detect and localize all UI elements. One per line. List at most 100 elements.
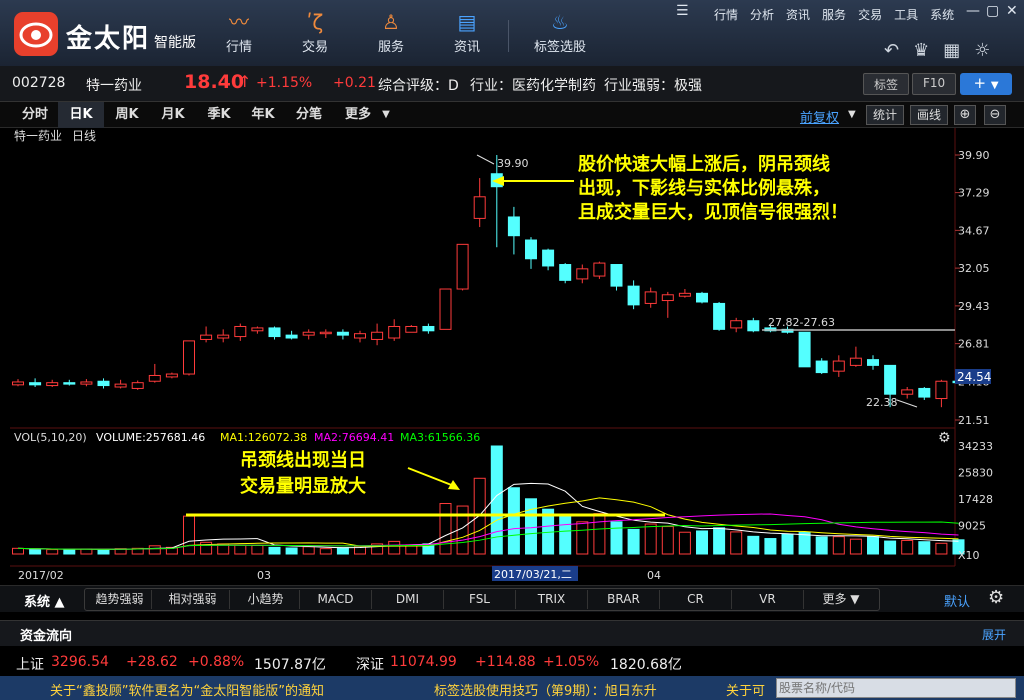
volume-bar	[678, 531, 691, 555]
tab-quarterly-k[interactable]: 季K	[196, 102, 242, 128]
sun-icon[interactable]: ☼	[974, 40, 990, 61]
ind-vr[interactable]: VR	[732, 590, 804, 609]
volume-bar	[46, 549, 59, 555]
index-sh-pct: +0.88%	[188, 654, 245, 670]
stats-button[interactable]: 统计	[866, 105, 905, 125]
ind-dmi[interactable]: DMI	[372, 590, 444, 609]
vol-indicator-name: VOL(5,10,20)	[14, 431, 87, 444]
tab-intraday[interactable]: 分时	[12, 102, 58, 128]
candle-body	[165, 373, 178, 378]
tab-daily-k[interactable]: 日K	[58, 102, 104, 128]
ind-macd[interactable]: MACD	[300, 590, 372, 609]
candle-body	[405, 325, 418, 333]
candle-body	[798, 331, 811, 368]
ind-relative-strength[interactable]: 相对强弱	[156, 590, 230, 609]
ticker-message-2[interactable]: 标签选股使用技巧（第9期）：旭日东升	[434, 680, 657, 699]
adjust-mode-select[interactable]: 前复权	[800, 107, 839, 126]
candle-body	[217, 334, 230, 339]
index-sz-pct: +1.05%	[543, 654, 600, 670]
tab-ticks[interactable]: 分笔	[286, 102, 332, 128]
ind-trend-strength[interactable]: 趋势强弱	[88, 590, 152, 609]
f10-button[interactable]: F10	[912, 73, 957, 95]
volume-bar	[832, 536, 845, 555]
candle-body	[285, 334, 298, 339]
index-bar: 上证 3296.54 +28.62 +0.88% 1507.87亿 深证 110…	[0, 648, 1024, 676]
fund-flow-bar: 资金流向 展开	[0, 620, 1024, 646]
volume-bar	[319, 548, 332, 555]
candle-body	[918, 387, 931, 398]
nav-tag-picker[interactable]: ♨ 标签选股	[520, 8, 600, 55]
zoom-out-icon[interactable]: ⊖	[984, 105, 1006, 125]
menu-trade[interactable]: 交易	[858, 6, 882, 23]
menu-analysis[interactable]: 分析	[750, 6, 774, 23]
menu-system[interactable]: 系统	[930, 6, 954, 23]
candle-body	[336, 331, 349, 336]
list-menu-icon[interactable]: ☰	[676, 3, 689, 19]
indicator-settings-gear-icon[interactable]: ⚙	[988, 587, 1004, 608]
candle-body	[507, 216, 520, 237]
sun-logo-icon	[19, 22, 53, 48]
trophy-icon[interactable]: ♛	[913, 40, 929, 61]
adjust-chevron-icon[interactable]: ▼	[848, 109, 856, 120]
nav-news[interactable]: ▤ 资讯	[432, 8, 502, 55]
expand-link[interactable]: 展开	[982, 626, 1006, 643]
close-icon[interactable]: ✕	[1006, 3, 1018, 19]
menu-news[interactable]: 资讯	[786, 6, 810, 23]
ind-brar[interactable]: BRAR	[588, 590, 660, 609]
tab-more[interactable]: 更多	[340, 102, 376, 128]
add-watch-button[interactable]: + ▼	[960, 73, 1012, 95]
candle-body	[644, 291, 657, 304]
volume-bar	[507, 487, 520, 555]
volume-bar	[388, 540, 401, 555]
menu-service[interactable]: 服务	[822, 6, 846, 23]
ticker-message-3[interactable]: 关于可	[726, 680, 765, 699]
chart-stock-name: 特一药业	[14, 128, 62, 143]
nav-service[interactable]: ♙ 服务	[356, 8, 426, 55]
volume-bar	[815, 536, 828, 555]
volume-bar	[713, 527, 726, 555]
volume-bar	[593, 513, 606, 555]
annotation-vol-line-1: 吊颈线出现当日	[240, 449, 366, 471]
ind-cr[interactable]: CR	[660, 590, 732, 609]
stock-code: 002728	[12, 75, 66, 91]
tab-monthly-k[interactable]: 月K	[150, 102, 196, 128]
nav-quotes[interactable]: 〰行情	[204, 8, 274, 55]
date-cursor-label: 2017/03/21,二	[494, 568, 572, 581]
more-chevron-icon[interactable]: ▼	[378, 102, 394, 128]
candle-body	[525, 239, 537, 260]
draw-line-button[interactable]: 画线	[910, 105, 949, 125]
candle-body	[388, 325, 401, 339]
ind-small-trend[interactable]: 小趋势	[232, 590, 300, 609]
vol-settings-gear-icon[interactable]: ⚙	[938, 430, 951, 446]
candle-body	[713, 302, 726, 330]
tag-button[interactable]: 标签	[863, 73, 910, 95]
menu-tools[interactable]: 工具	[894, 6, 918, 23]
volume-bar	[747, 535, 760, 555]
app-logo	[14, 12, 58, 56]
stock-search-input[interactable]	[776, 678, 1016, 698]
zoom-in-icon[interactable]: ⊕	[954, 105, 976, 125]
fund-flow-title[interactable]: 资金流向	[20, 625, 72, 644]
building-icon[interactable]: ▦	[943, 40, 960, 61]
volume-bar	[559, 513, 572, 555]
maximize-icon[interactable]: ▢	[986, 3, 999, 19]
indicator-tabs: 系统 ▲ 趋势强弱 相对强弱 小趋势 MACD DMI FSL TRIX BRA…	[0, 585, 1024, 612]
nav-trade[interactable]: ʹζ 交易	[280, 8, 350, 55]
high-price-label: 39.90	[497, 157, 529, 170]
menu-quotes[interactable]: 行情	[714, 6, 738, 23]
annotation-top-line-2: 出现，下影线与实体比例悬殊，	[578, 177, 830, 199]
ind-more[interactable]: 更多 ▼	[804, 590, 878, 609]
price-arrow-icon: ↑	[238, 72, 252, 91]
volume-bar	[251, 544, 264, 555]
ind-trix[interactable]: TRIX	[516, 590, 588, 609]
ticker-message-1[interactable]: 关于“鑫投顾”软件更名为“金太阳智能版”的通知	[50, 680, 324, 699]
system-indicator-toggle[interactable]: 系统 ▲	[24, 591, 65, 610]
ind-fsl[interactable]: FSL	[444, 590, 516, 609]
tab-weekly-k[interactable]: 周K	[104, 102, 150, 128]
back-icon[interactable]: ↶	[884, 40, 899, 61]
default-link[interactable]: 默认	[944, 591, 970, 610]
tab-yearly-k[interactable]: 年K	[240, 102, 286, 128]
kline-chart[interactable]: 特一药业 日线 39.90 37.29 34.67 32.05 29.43 26.81 24…	[0, 128, 1024, 585]
minimize-icon[interactable]: —	[966, 3, 980, 19]
volume-bar	[12, 547, 24, 555]
